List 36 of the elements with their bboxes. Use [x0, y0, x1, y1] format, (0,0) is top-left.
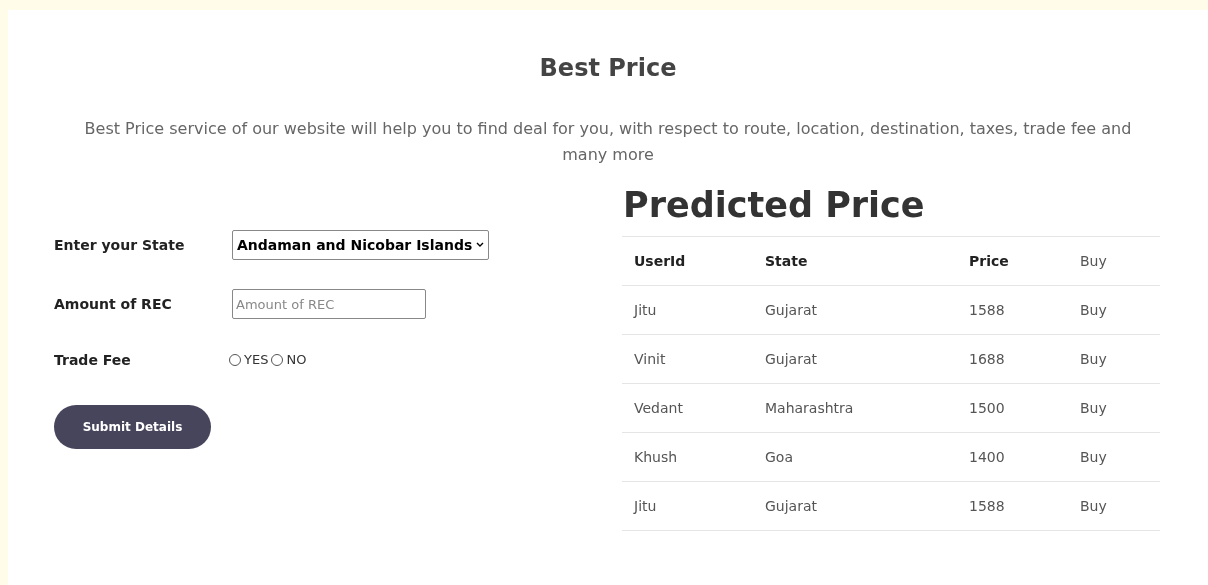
table-cell: Maharashtra — [753, 383, 957, 433]
state-label: Enter your State — [54, 235, 186, 255]
column-header: UserId — [622, 236, 753, 286]
submit-button[interactable]: Submit Details — [54, 405, 211, 449]
column-header: Buy — [1068, 236, 1160, 286]
table-cell: Buy — [1068, 285, 1160, 335]
table-cell: 1588 — [957, 285, 1068, 335]
description: Best Price service of our website will help you to find deal for you, with respect to route, location, destination, taxes, trade fee and many more — [83, 118, 1133, 166]
table-cell: 1588 — [957, 481, 1068, 531]
column-header: Price — [957, 236, 1068, 286]
table-cell: Gujarat — [753, 481, 957, 531]
radio-option[interactable]: YES — [229, 350, 269, 370]
amount-field[interactable]: Amount of REC — [232, 289, 426, 319]
table-cell: 1500 — [957, 383, 1068, 433]
trade-fee-label: Trade Fee — [54, 350, 132, 370]
table-cell: Jitu — [622, 285, 753, 335]
chevron-down-icon — [476, 242, 485, 248]
table-cell: Goa — [753, 432, 957, 482]
table-cell: 1400 — [957, 432, 1068, 482]
amount-label: Amount of REC — [54, 294, 173, 314]
table-cell: Khush — [622, 432, 753, 482]
table-cell: Gujarat — [753, 285, 957, 335]
table-cell: Gujarat — [753, 334, 957, 384]
table-cell: 1688 — [957, 334, 1068, 384]
table-cell: Buy — [1068, 334, 1160, 384]
table-cell: Vedant — [622, 383, 753, 433]
table-cell: Vinit — [622, 334, 753, 384]
table-cell: Buy — [1068, 383, 1160, 433]
column-header: State — [753, 236, 957, 286]
table-cell: Jitu — [622, 481, 753, 531]
state-dropdown[interactable]: Andaman and Nicobar Islands — [232, 230, 490, 260]
table-cell: Buy — [1068, 481, 1160, 531]
radio-option[interactable]: NO — [271, 350, 307, 370]
section-title: Predicted Price — [623, 185, 926, 225]
page-title: Best Price — [539, 53, 677, 84]
table-cell: Buy — [1068, 432, 1160, 482]
